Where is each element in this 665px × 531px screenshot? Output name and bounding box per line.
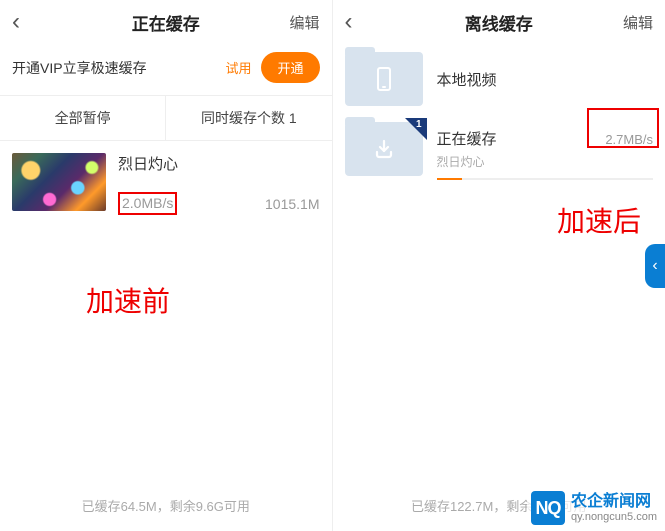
caching-row[interactable]: 1 正在缓存 2.7MB/s 烈日灼心 <box>333 114 665 198</box>
page-title-left: 正在缓存 <box>132 10 200 35</box>
vip-banner: 开通VIP立享极速缓存 试用 开通 <box>0 44 332 95</box>
open-vip-button[interactable]: 开通 <box>261 52 319 83</box>
edit-button-left[interactable]: 编辑 <box>289 12 319 33</box>
back-icon[interactable]: ‹ <box>12 8 20 36</box>
file-size: 1015.1M <box>265 196 319 212</box>
phone-icon <box>377 67 391 91</box>
badge-count: 1 <box>416 119 422 130</box>
side-expand-icon[interactable]: ‹ <box>645 244 665 288</box>
trial-button[interactable]: 试用 <box>225 58 251 77</box>
download-speed-left: 2.0MB/s <box>122 195 173 211</box>
watermark: NQ 农企新闻网 qy.nongcun5.com <box>527 489 661 527</box>
progress-bar <box>437 178 654 180</box>
concurrent-count-tab[interactable]: 同时缓存个数 1 <box>166 96 331 140</box>
edit-button-right[interactable]: 编辑 <box>623 12 653 33</box>
storage-footer-left: 已缓存64.5M，剩余9.6G可用 <box>82 496 250 515</box>
page-title-right: 离线缓存 <box>465 10 533 35</box>
watermark-cn: 农企新闻网 <box>571 493 657 511</box>
caching-subtitle: 烈日灼心 <box>437 153 654 170</box>
watermark-logo: NQ <box>531 491 565 525</box>
back-icon-right[interactable]: ‹ <box>345 8 353 36</box>
caching-label: 正在缓存 <box>437 128 497 149</box>
folder-icon-caching: 1 <box>345 122 423 176</box>
download-item[interactable]: 烈日灼心 2.0MB/s 1015.1M <box>0 141 332 227</box>
download-speed-right: 2.7MB/s <box>605 132 653 147</box>
pause-all-tab[interactable]: 全部暂停 <box>0 96 166 140</box>
vip-text: 开通VIP立享极速缓存 <box>12 58 225 78</box>
local-video-row[interactable]: 本地视频 <box>333 44 665 114</box>
annotation-before: 加速前 <box>86 280 170 320</box>
annotation-after: 加速后 <box>557 200 641 240</box>
folder-icon <box>345 52 423 106</box>
speed-highlight-box: 2.0MB/s <box>118 192 177 215</box>
video-title: 烈日灼心 <box>118 153 320 174</box>
watermark-url: qy.nongcun5.com <box>571 511 657 523</box>
local-video-label: 本地视频 <box>437 69 654 90</box>
video-thumbnail <box>12 153 106 211</box>
download-icon <box>372 137 396 161</box>
